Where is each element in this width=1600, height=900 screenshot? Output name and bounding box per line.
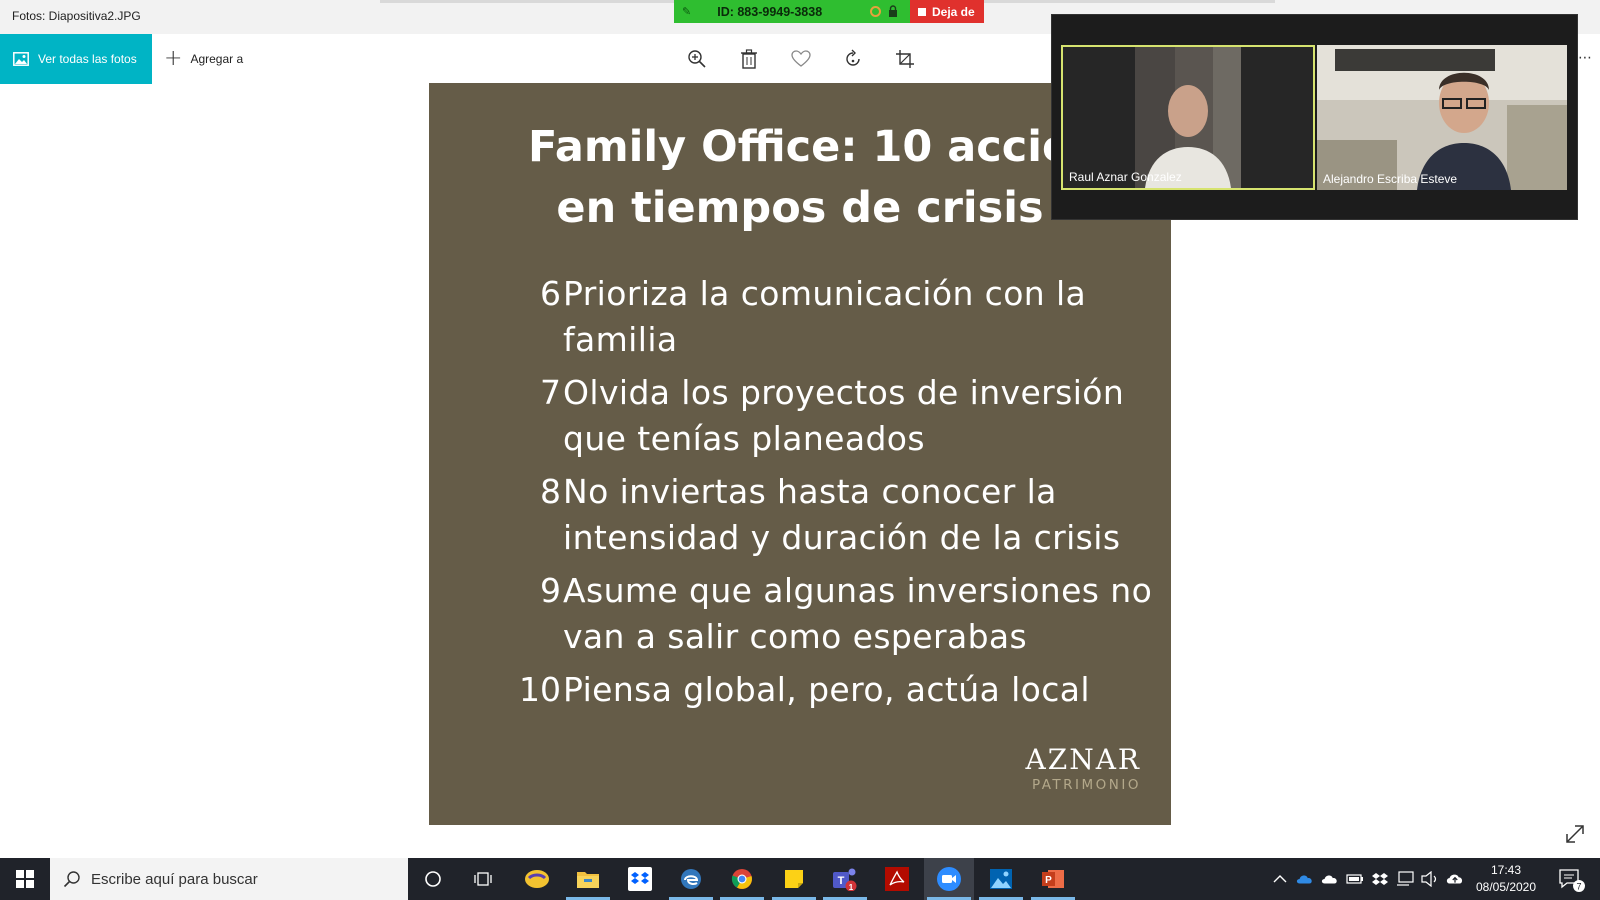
stop-icon xyxy=(918,7,926,16)
zoom-meeting-bar: ✎ ID: 883-9949-3838 Deja de xyxy=(674,0,984,23)
item-number: 7 xyxy=(540,373,561,412)
rotate-icon[interactable] xyxy=(840,46,866,72)
slide-list-item: 7 Olvida los proyectos de inversión que … xyxy=(429,370,1171,469)
dropbox-icon[interactable] xyxy=(615,858,665,900)
expand-icon[interactable] xyxy=(1563,822,1587,846)
slide-list-item: 9 Asume que algunas inversiones no van a… xyxy=(429,568,1171,667)
search-placeholder: Escribe aquí para buscar xyxy=(91,870,258,888)
windows-icon xyxy=(16,870,34,888)
stop-share-label: Deja de xyxy=(932,4,975,19)
taskbar: Escribe aquí para buscar T 1 P 17:43 08/… xyxy=(0,858,1600,900)
lock-icon xyxy=(889,5,897,17)
stop-share-button[interactable]: Deja de xyxy=(910,0,984,23)
network-icon[interactable] xyxy=(1396,870,1414,888)
item-number: 9 xyxy=(540,571,561,610)
cloud-upload-icon[interactable] xyxy=(1446,870,1464,888)
clock-time: 17:43 xyxy=(1490,863,1522,877)
powerpoint-icon[interactable]: P xyxy=(1028,858,1078,900)
meeting-info[interactable]: ✎ ID: 883-9949-3838 xyxy=(674,0,910,23)
item-number: 10 xyxy=(519,670,561,709)
dropbox-tray-icon[interactable] xyxy=(1371,870,1389,888)
slide-list-item: 8 No inviertas hasta conocer la intensid… xyxy=(429,469,1171,568)
chrome-icon[interactable] xyxy=(717,858,767,900)
recording-icon xyxy=(870,6,881,17)
search-icon xyxy=(63,871,80,888)
svg-text:T: T xyxy=(838,875,845,887)
video-tile-alejandro[interactable]: Alejandro Escriba Esteve xyxy=(1317,45,1567,190)
trash-icon[interactable] xyxy=(736,46,762,72)
item-text: Olvida los proyectos de inversión que te… xyxy=(563,373,1125,458)
item-text: Asume que algunas inversiones no van a s… xyxy=(563,571,1153,656)
notification-center-icon[interactable]: 7 xyxy=(1556,864,1586,894)
window-title: Fotos: Diapositiva2.JPG xyxy=(12,9,141,23)
task-view-icon[interactable] xyxy=(458,858,508,900)
onedrive-white-icon[interactable] xyxy=(1321,870,1339,888)
item-number: 8 xyxy=(540,472,561,511)
slide-list: 6 Prioriza la comunicación con la famili… xyxy=(429,271,1171,719)
participant-video xyxy=(1317,45,1567,190)
start-button[interactable] xyxy=(0,858,50,900)
app-yellow-icon[interactable] xyxy=(512,858,562,900)
photos-icon[interactable] xyxy=(976,858,1026,900)
battery-icon[interactable] xyxy=(1346,870,1364,888)
screen: Fotos: Diapositiva2.JPG ✎ ID: 883-9949-3… xyxy=(0,0,1600,900)
acrobat-icon[interactable] xyxy=(872,858,922,900)
crop-icon[interactable] xyxy=(892,46,918,72)
cortana-icon[interactable] xyxy=(408,858,458,900)
onedrive-blue-icon[interactable] xyxy=(1296,870,1314,888)
aznar-logo: AZNAR PATRIMONIO xyxy=(1025,743,1141,794)
item-text: Piensa global, pero, actúa local xyxy=(563,670,1090,709)
logo-sub: PATRIMONIO xyxy=(1031,777,1141,793)
clock-date: 08/05/2020 xyxy=(1475,880,1537,894)
heart-icon[interactable] xyxy=(788,46,814,72)
more-options-icon[interactable]: ⋯ xyxy=(1578,50,1592,66)
annotate-icon[interactable]: ✎ xyxy=(682,5,691,18)
video-tile-raul[interactable]: Raul Aznar Gonzalez xyxy=(1061,45,1315,190)
file-explorer-icon[interactable] xyxy=(563,858,613,900)
teams-icon[interactable]: T1 xyxy=(820,858,870,900)
volume-icon[interactable] xyxy=(1421,870,1439,888)
sticky-notes-icon[interactable] xyxy=(769,858,819,900)
item-number: 6 xyxy=(540,274,561,313)
chevron-up-icon[interactable] xyxy=(1271,870,1289,888)
participant-name: Raul Aznar Gonzalez xyxy=(1069,170,1182,184)
add-to-label: Agregar a xyxy=(190,52,244,66)
item-text: Prioriza la comunicación con la familia xyxy=(563,274,1087,359)
teams-badge: 1 xyxy=(849,883,854,891)
participant-name: Alejandro Escriba Esteve xyxy=(1323,172,1458,186)
svg-text:P: P xyxy=(1045,875,1052,886)
notification-count: 7 xyxy=(1576,882,1581,892)
add-to-button[interactable]: + Agregar a xyxy=(164,34,243,84)
view-all-photos-label: Ver todas las fotos xyxy=(38,52,137,66)
slide-list-item: 10 Piensa global, pero, actúa local xyxy=(429,667,1171,719)
slide-list-item: 6 Prioriza la comunicación con la famili… xyxy=(429,271,1171,370)
taskbar-clock[interactable]: 17:43 08/05/2020 xyxy=(1468,862,1544,896)
plus-icon: + xyxy=(164,46,183,71)
participant-video xyxy=(1063,47,1313,188)
view-all-photos-button[interactable]: Ver todas las fotos xyxy=(0,34,152,84)
zoom-icon[interactable] xyxy=(924,858,974,900)
item-text: No inviertas hasta conocer la intensidad… xyxy=(563,472,1121,557)
video-panel[interactable]: Raul Aznar Gonzalez Alejandro Escriba Es… xyxy=(1051,14,1578,220)
logo-main: AZNAR xyxy=(1025,743,1141,776)
taskbar-search[interactable]: Escribe aquí para buscar xyxy=(50,858,408,900)
photo-icon xyxy=(13,52,29,66)
edge-icon[interactable] xyxy=(666,858,716,900)
meeting-id: ID: 883-9949-3838 xyxy=(717,4,823,19)
zoom-in-icon[interactable] xyxy=(684,46,710,72)
